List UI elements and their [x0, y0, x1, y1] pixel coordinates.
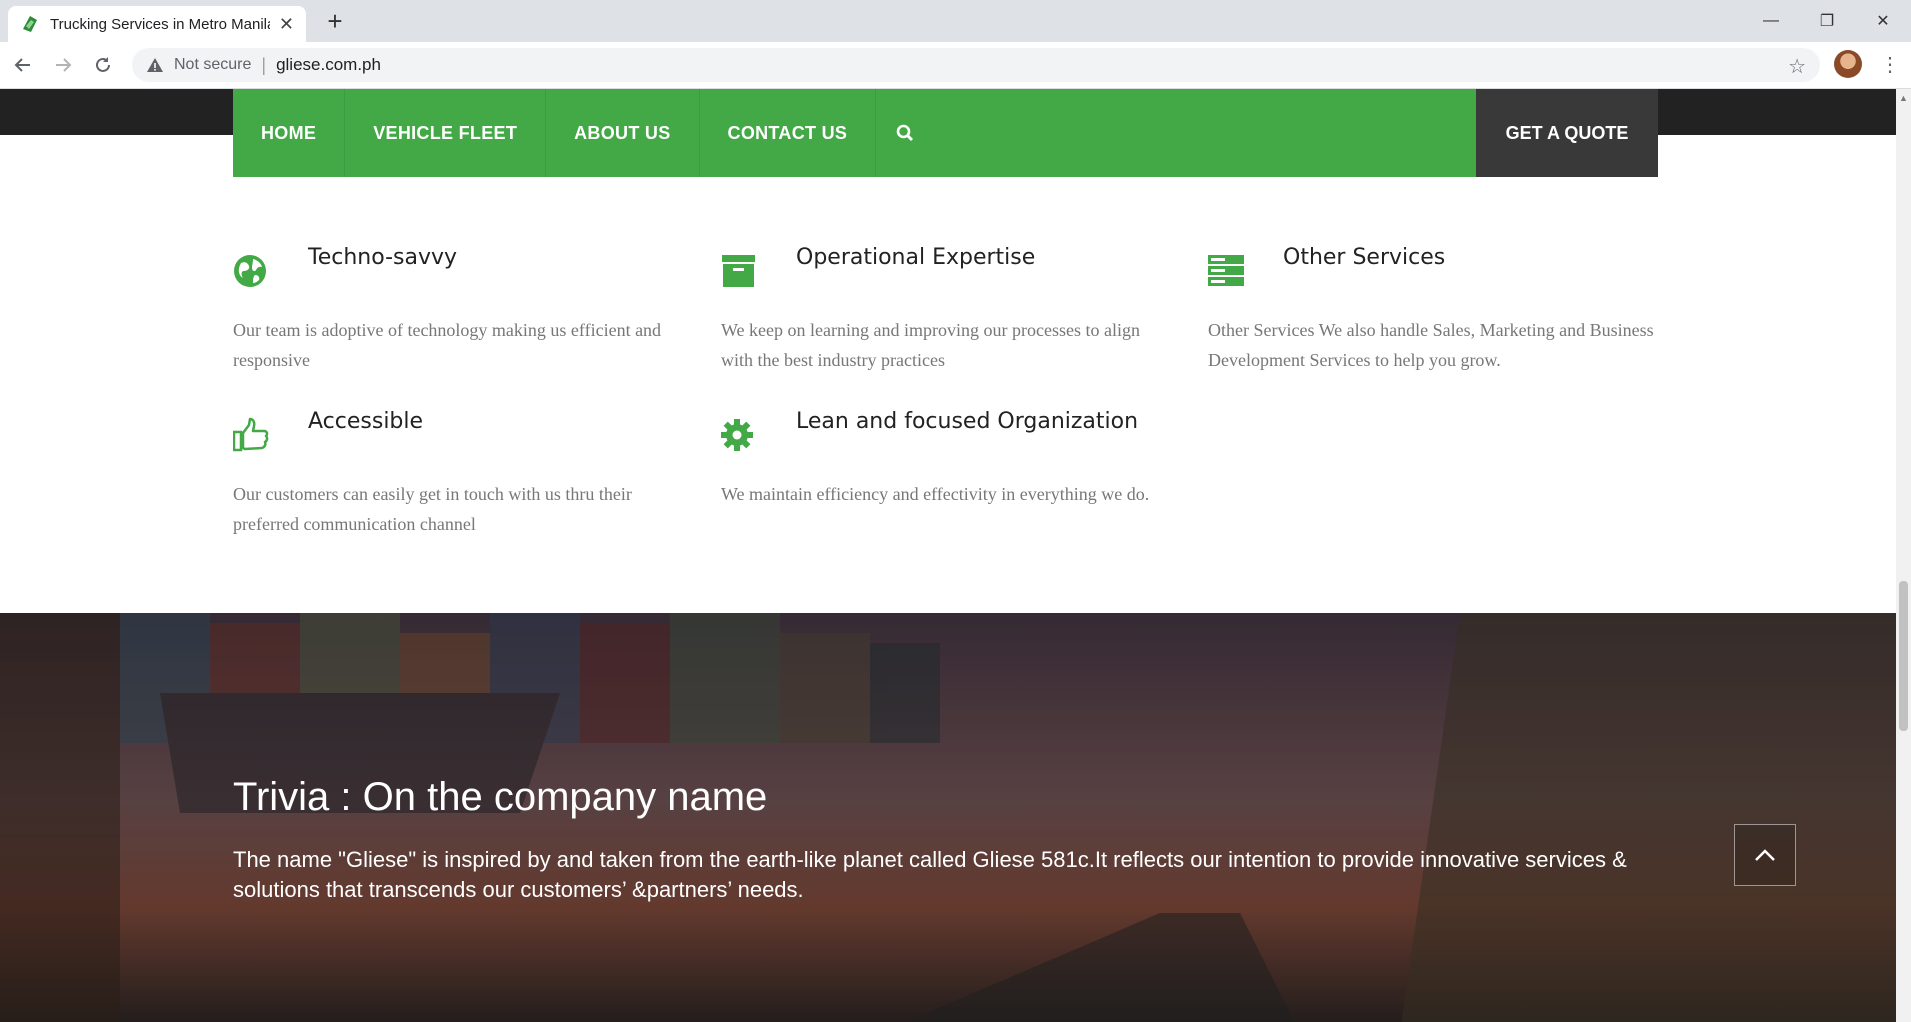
feature-text: We keep on learning and improving our pr…: [721, 320, 1140, 370]
back-arrow-icon: [14, 58, 30, 72]
globe-icon: [234, 255, 266, 287]
get-a-quote-button[interactable]: GET A QUOTE: [1476, 89, 1658, 177]
back-button[interactable]: [8, 50, 38, 80]
feature-title: Operational Expertise: [796, 245, 1036, 270]
close-tab-icon[interactable]: ✕: [279, 14, 294, 35]
feature-title: Accessible: [308, 409, 424, 434]
nav-item-vehicle-fleet[interactable]: VEHICLE FLEET: [345, 89, 547, 177]
search-icon: [896, 124, 914, 142]
browser-tab[interactable]: Trucking Services in Metro Manila ✕: [8, 6, 306, 42]
feature-text: Other Services We also handle Sales, Mar…: [1208, 320, 1654, 370]
feature-title: Lean and focused Organization: [796, 409, 1139, 434]
url-text[interactable]: gliese.com.ph: [276, 55, 381, 75]
address-separator: |: [261, 54, 267, 75]
scroll-up-arrow-icon[interactable]: ▲: [1899, 93, 1908, 103]
address-bar[interactable]: Not secure | gliese.com.ph ☆: [132, 48, 1820, 82]
feature-title: Other Services: [1283, 245, 1446, 270]
warning-icon: [147, 58, 163, 72]
scrollbar-thumb[interactable]: [1899, 581, 1908, 731]
chevron-up-icon: [1755, 849, 1775, 861]
reload-icon: [96, 57, 110, 72]
feature-text: Our customers can easily get in touch wi…: [233, 484, 632, 534]
page-viewport: HOME VEHICLE FLEET ABOUT US CONTACT US G…: [0, 89, 1896, 1022]
nav-item-contact-us[interactable]: CONTACT US: [700, 89, 877, 177]
feature-text: We maintain efficiency and effectivity i…: [721, 484, 1150, 504]
minimize-button[interactable]: —: [1743, 0, 1799, 42]
profile-avatar[interactable]: [1834, 50, 1862, 78]
main-navbar: HOME VEHICLE FLEET ABOUT US CONTACT US G…: [233, 89, 1658, 177]
page-scrollbar[interactable]: ▲: [1896, 89, 1911, 1022]
trivia-title: Trivia : On the company name: [233, 775, 768, 819]
server-stack-icon: [1208, 255, 1244, 286]
not-secure-label: Not secure: [174, 56, 252, 73]
close-window-button[interactable]: ✕: [1855, 0, 1911, 42]
thumbs-up-icon: [233, 417, 269, 452]
window-controls: — ❐ ✕: [1743, 0, 1911, 42]
browser-toolbar: Not secure | gliese.com.ph ☆: [0, 42, 1911, 89]
trivia-section: Trivia : On the company name The name "G…: [0, 613, 1896, 1022]
restore-button[interactable]: ❐: [1799, 0, 1855, 42]
nav-item-home[interactable]: HOME: [233, 89, 346, 177]
nav-item-about-us[interactable]: ABOUT US: [546, 89, 700, 177]
bookmark-star-icon[interactable]: ☆: [1788, 54, 1806, 79]
tab-title: Trucking Services in Metro Manila: [50, 15, 270, 33]
feature-text: Our team is adoptive of technology makin…: [233, 320, 662, 370]
forward-arrow-icon: [56, 58, 72, 72]
back-to-top-button[interactable]: [1734, 824, 1796, 886]
new-tab-button[interactable]: +: [320, 6, 350, 37]
gear-icon: [721, 419, 753, 451]
reload-button[interactable]: [88, 50, 118, 80]
archive-box-icon: [722, 255, 755, 287]
feature-title: Techno-savvy: [308, 245, 458, 270]
browser-menu-icon[interactable]: ⋮: [1880, 52, 1900, 77]
site-favicon-icon: [23, 16, 37, 32]
browser-tab-bar: Trucking Services in Metro Manila ✕ + — …: [0, 0, 1911, 42]
forward-button[interactable]: [48, 50, 78, 80]
trivia-text: The name "Gliese" is inspired by and tak…: [233, 847, 1627, 902]
nav-search-button[interactable]: [876, 89, 934, 177]
